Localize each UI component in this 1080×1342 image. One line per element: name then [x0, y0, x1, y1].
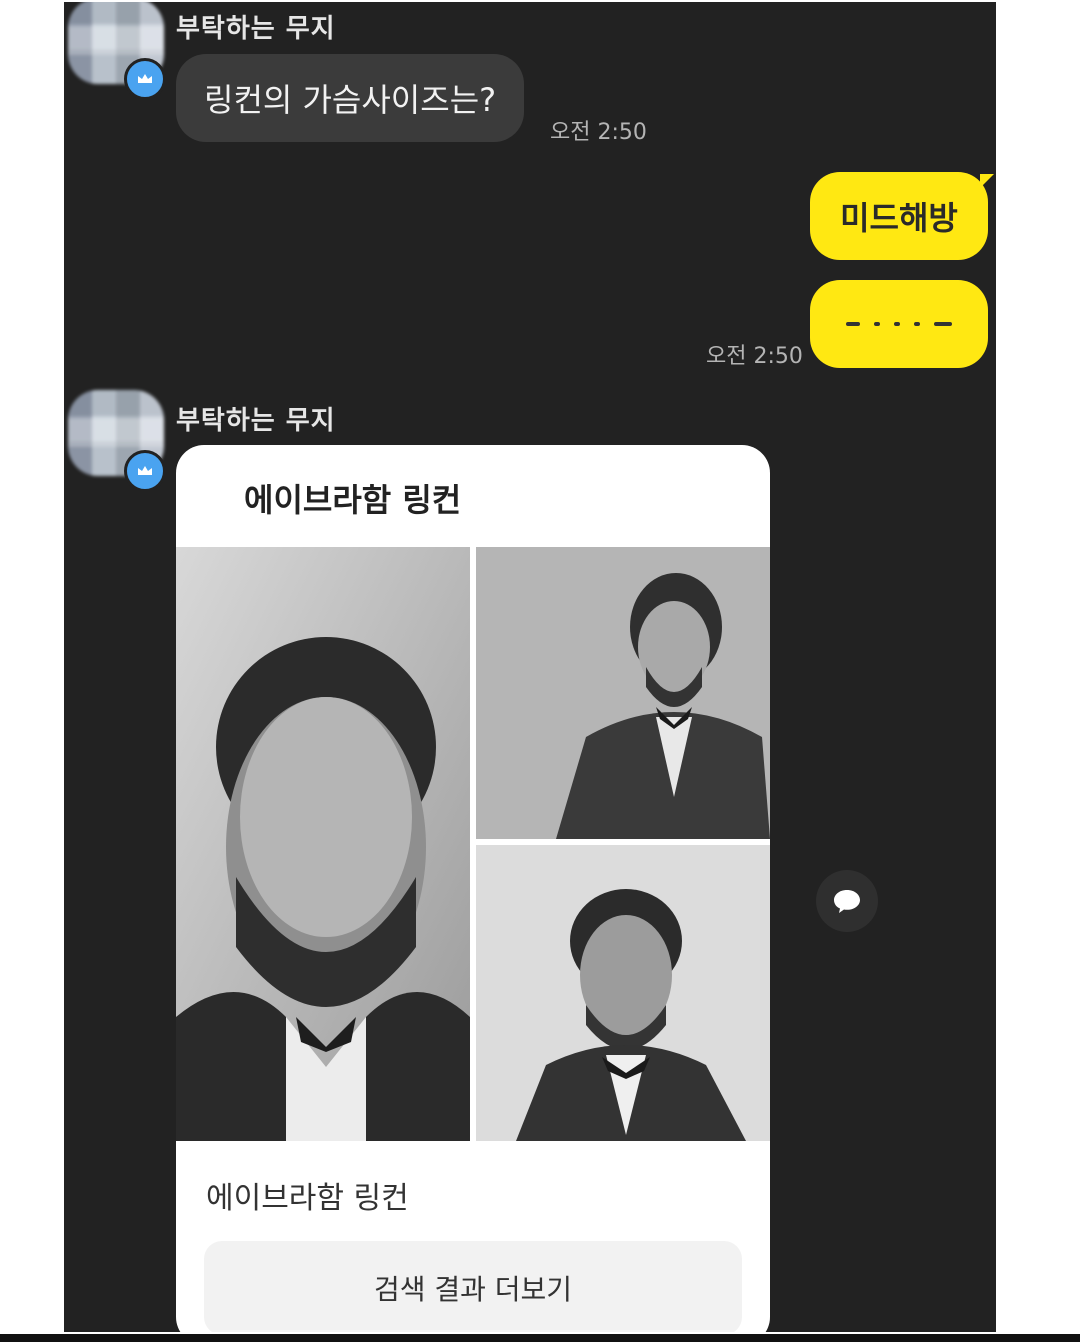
portrait-image-bottom[interactable] [476, 845, 770, 1141]
crown-badge-icon [124, 58, 166, 100]
chat-room: 부탁하는 무지 링컨의 가슴사이즈는? 오전 2:50 미드해방 오전 2:50… [64, 2, 996, 1332]
incoming-message-bubble[interactable]: 링컨의 가슴사이즈는? [176, 54, 525, 142]
portrait-image-top[interactable] [476, 547, 770, 839]
message-text: 미드해방 [840, 199, 958, 237]
message-timestamp: 오전 2:50 [550, 120, 647, 145]
crown-badge-icon [124, 450, 166, 492]
more-results-button[interactable]: 검색 결과 더보기 [204, 1241, 742, 1332]
search-result-card[interactable]: 에이브라함 링컨 에이브라함 링컨 검색 결과 더보기 [176, 445, 770, 1332]
bottom-border [0, 1334, 1080, 1342]
outgoing-message-bubble[interactable]: 미드해방 [810, 172, 988, 260]
more-results-label: 검색 결과 더보기 [373, 1273, 573, 1306]
message-text: 링컨의 가슴사이즈는? [204, 81, 497, 119]
garbled-text [846, 322, 952, 326]
card-heading: 에이브라함 링컨 [244, 481, 462, 519]
portrait-image-large[interactable] [176, 547, 470, 1141]
sender-name: 부탁하는 무지 [176, 14, 336, 44]
bubble-tail [980, 174, 994, 188]
share-button[interactable] [816, 870, 878, 932]
result-title[interactable]: 에이브라함 링컨 [206, 1173, 409, 1217]
message-timestamp: 오전 2:50 [706, 344, 803, 369]
speech-bubble-icon [834, 890, 860, 913]
sender-name: 부탁하는 무지 [176, 406, 336, 436]
outgoing-message-bubble-garbled[interactable] [810, 280, 988, 368]
